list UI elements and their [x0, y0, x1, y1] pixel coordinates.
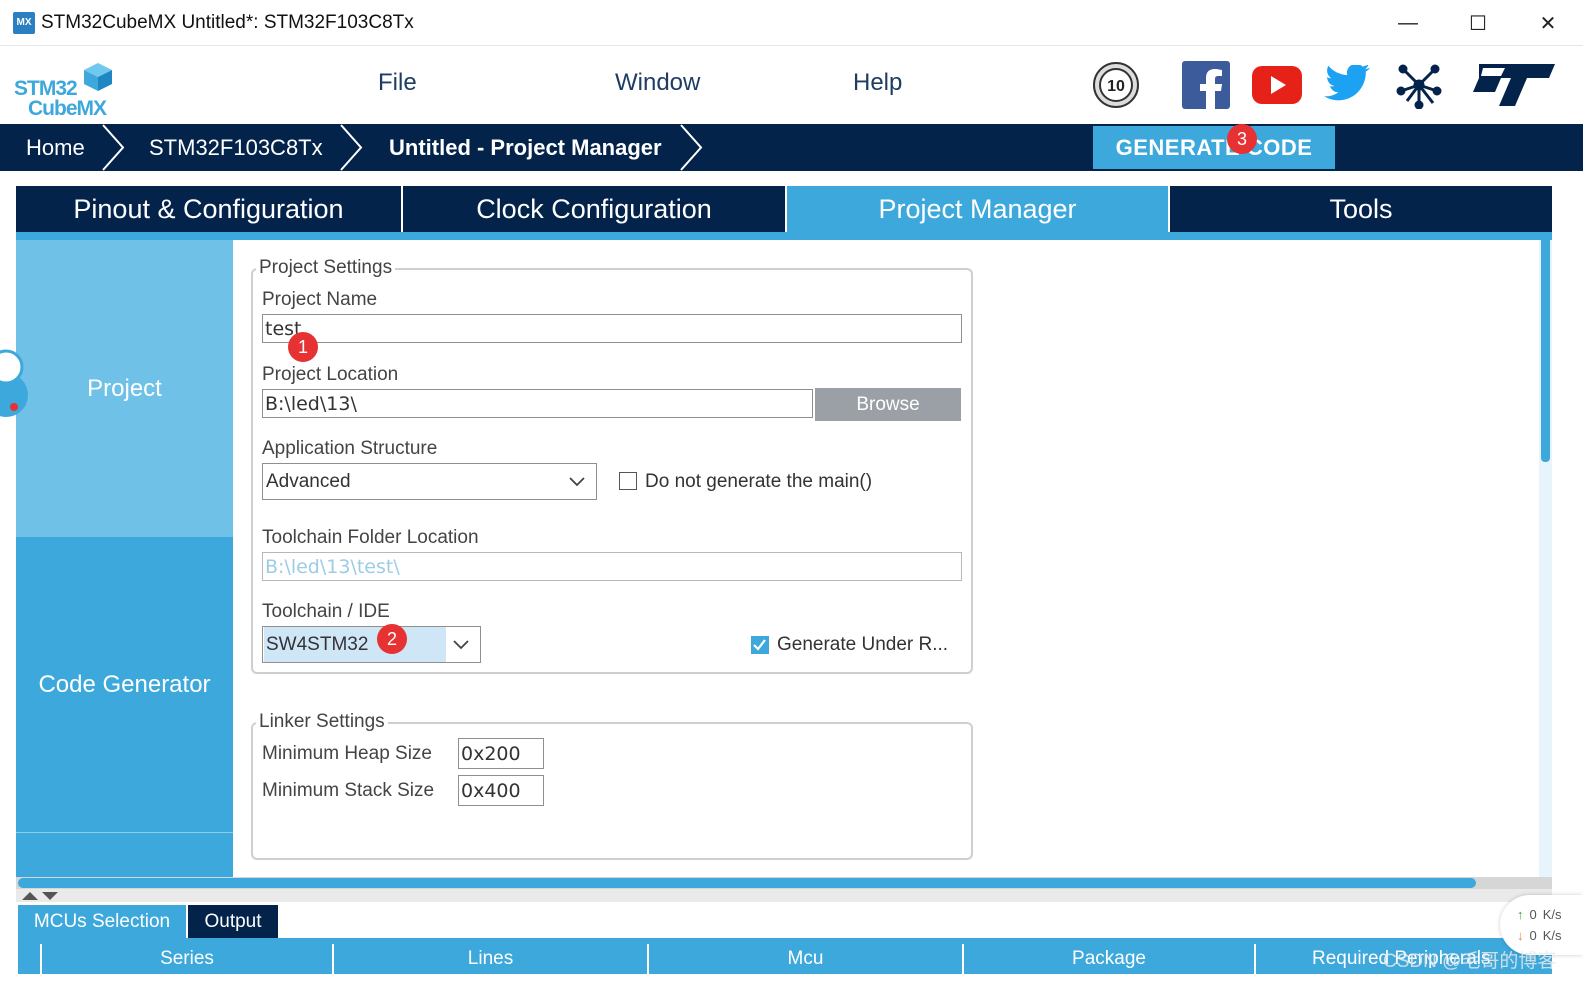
toolchain-folder-input: B:\led\13\test\ — [262, 552, 962, 581]
panel-splitter[interactable] — [16, 889, 1552, 902]
window-controls: — ☐ ✕ — [1373, 0, 1583, 46]
breadcrumb-home[interactable]: Home — [26, 124, 85, 171]
minimize-button[interactable]: — — [1373, 0, 1443, 46]
download-arrow-icon: ↓ — [1517, 928, 1524, 943]
tab-mcus-selection[interactable]: MCUs Selection — [18, 905, 186, 938]
vertical-scrollbar-thumb[interactable] — [1541, 232, 1550, 462]
csdn-watermark: CSDN @毛哥的博客 — [1383, 951, 1557, 972]
st-logo-icon[interactable] — [1466, 59, 1558, 111]
application-structure-value: Advanced — [266, 470, 351, 492]
project-name-input[interactable]: test — [262, 314, 962, 343]
application-structure-select[interactable]: Advanced — [262, 463, 597, 500]
facebook-icon[interactable] — [1180, 59, 1232, 111]
download-speed-unit: K/s — [1542, 928, 1562, 943]
maximize-button[interactable]: ☐ — [1443, 0, 1513, 46]
min-stack-size-label: Minimum Stack Size — [262, 780, 435, 801]
linker-settings-legend: Linker Settings — [256, 711, 388, 733]
sidebar-item-code-generator[interactable]: Code Generator — [16, 537, 233, 833]
generate-code-button[interactable]: GENERATE CODE — [1093, 126, 1335, 169]
breadcrumb-mcu[interactable]: STM32F103C8Tx — [149, 124, 323, 171]
application-structure-label: Application Structure — [262, 438, 438, 459]
toolchain-ide-select[interactable]: SW4STM32 — [262, 626, 481, 663]
checkmark-icon — [753, 639, 766, 651]
menu-help[interactable]: Help — [853, 69, 902, 97]
do-not-generate-main-checkbox[interactable] — [619, 472, 637, 490]
anniversary-10-icon[interactable]: 10 — [1090, 59, 1142, 111]
project-manager-sidebar: Project Code Generator — [16, 240, 233, 880]
close-button[interactable]: ✕ — [1513, 0, 1583, 46]
chevron-down-icon — [453, 640, 469, 650]
annotation-badge-2: 2 — [377, 624, 407, 654]
upload-speed: ↑ 0 K/s — [1517, 907, 1562, 922]
stm32cubemx-logo[interactable]: STM32 CubeMX — [12, 55, 122, 120]
breadcrumb-current[interactable]: Untitled - Project Manager — [389, 124, 662, 171]
min-heap-size-input[interactable]: 0x200 — [458, 738, 544, 769]
download-speed-value: 0 — [1529, 928, 1537, 943]
chevron-right-icon — [102, 124, 125, 171]
toolchain-ide-value: SW4STM32 — [264, 627, 446, 662]
download-speed: ↓ 0 K/s — [1517, 928, 1562, 943]
tab-output[interactable]: Output — [188, 905, 278, 938]
annotation-badge-1: 1 — [288, 332, 318, 362]
browse-button[interactable]: Browse — [815, 388, 961, 421]
upload-speed-value: 0 — [1529, 907, 1537, 922]
anniversary-label: 10 — [1107, 78, 1125, 95]
mascot-decoration-icon — [0, 349, 28, 417]
project-name-label: Project Name — [262, 289, 378, 310]
cubemx-app-icon: MX — [13, 11, 35, 34]
project-location-input[interactable]: B:\led\13\ — [262, 389, 813, 418]
horizontal-scrollbar-thumb[interactable] — [18, 878, 1476, 888]
breadcrumb: Home STM32F103C8Tx Untitled - Project Ma… — [0, 124, 1583, 171]
project-settings-legend: Project Settings — [256, 257, 396, 279]
sidebar-item-project[interactable]: Project — [16, 240, 233, 537]
main-tabs: Pinout & Configuration Clock Configurati… — [16, 186, 1552, 232]
title-bar: MX STM32CubeMX Untitled*: STM32F103C8Tx … — [0, 0, 1583, 46]
toolchain-ide-label: Toolchain / IDE — [262, 601, 390, 622]
min-stack-size-input[interactable]: 0x400 — [458, 775, 544, 806]
tab-tools[interactable]: Tools — [1170, 186, 1552, 232]
menu-file[interactable]: File — [378, 69, 417, 97]
window-title: STM32CubeMX Untitled*: STM32F103C8Tx — [41, 11, 414, 33]
logo-text-cubemx: CubeMX — [28, 97, 107, 120]
bottom-tabs: MCUs Selection Output — [18, 905, 278, 938]
tab-project-manager[interactable]: Project Manager — [787, 186, 1170, 232]
min-heap-size-label: Minimum Heap Size — [262, 743, 432, 764]
annotation-badge-3: 3 — [1227, 124, 1257, 154]
upload-speed-unit: K/s — [1542, 907, 1562, 922]
network-icon[interactable] — [1393, 59, 1445, 111]
table-header-package[interactable]: Package — [962, 944, 1254, 974]
table-header-lines[interactable]: Lines — [332, 944, 647, 974]
cube-icon — [84, 63, 112, 91]
table-header-mcu[interactable]: Mcu — [647, 944, 962, 974]
tab-clock-configuration[interactable]: Clock Configuration — [403, 186, 787, 232]
youtube-icon[interactable] — [1251, 59, 1303, 111]
project-location-label: Project Location — [262, 364, 399, 385]
table-header-series[interactable]: Series — [40, 944, 332, 974]
toolchain-folder-label: Toolchain Folder Location — [262, 527, 479, 548]
chevron-right-icon — [340, 124, 363, 171]
chevron-down-icon — [569, 477, 585, 487]
header: STM32 CubeMX File Window Help 10 — [0, 47, 1583, 124]
chevron-right-icon — [680, 124, 703, 171]
upload-arrow-icon: ↑ — [1517, 907, 1524, 922]
generate-under-root-checkbox[interactable] — [751, 636, 769, 654]
mcu-table-header: Series Lines Mcu Package Required Periph… — [18, 944, 1552, 974]
tab-pinout-configuration[interactable]: Pinout & Configuration — [16, 186, 403, 232]
generate-under-root-label: Generate Under R... — [777, 634, 949, 655]
table-header-spacer — [18, 944, 40, 974]
collapse-arrows-icon[interactable] — [20, 890, 60, 902]
do-not-generate-main-label: Do not generate the main() — [645, 471, 873, 492]
tab-underline — [16, 232, 1552, 240]
menu-window[interactable]: Window — [615, 69, 700, 97]
twitter-icon[interactable] — [1322, 59, 1374, 111]
